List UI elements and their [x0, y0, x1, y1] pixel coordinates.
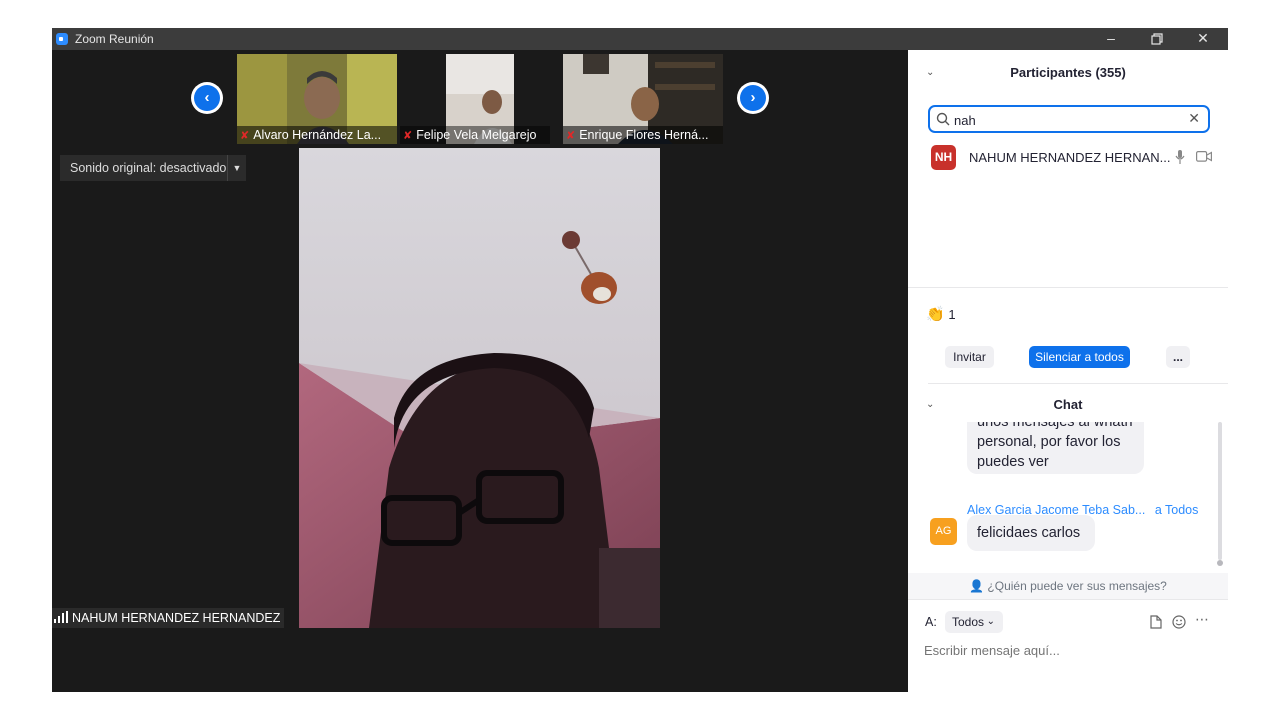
previous-page-button[interactable]: ‹: [191, 82, 223, 114]
chevron-right-icon: ›: [740, 85, 766, 111]
chevron-down-icon[interactable]: ⌄: [926, 61, 934, 85]
file-icon[interactable]: [1150, 615, 1162, 629]
participant-name: NAHUM HERNANDEZ HERNAN...: [969, 150, 1171, 165]
zoom-window: Zoom Reunión – ✕ ‹ ✘ Alvaro Hernández La.…: [52, 28, 1228, 692]
chat-messages: unos mensajes al whath personal, por fav…: [908, 422, 1228, 572]
participant-thumbnail[interactable]: ✘ Alvaro Hernández La...: [237, 54, 397, 144]
mic-muted-icon: ✘: [403, 130, 413, 142]
more-icon[interactable]: ⋯: [1195, 611, 1209, 628]
raised-hands-count: 👏 1: [926, 306, 956, 323]
dropdown-arrow-icon[interactable]: ▼: [227, 155, 246, 181]
mic-muted-icon: ✘: [240, 130, 250, 142]
title-bar: Zoom Reunión – ✕: [52, 28, 1228, 50]
chat-recipient[interactable]: a Todos: [1155, 503, 1199, 517]
active-speaker-name-tag: NAHUM HERNANDEZ HERNANDEZ: [52, 608, 285, 628]
recipient-dropdown[interactable]: Todos ⌄: [945, 611, 1003, 633]
speaker-video-image: [299, 148, 660, 628]
participants-header: ⌄ Participantes (355): [908, 61, 1228, 85]
close-window-icon[interactable]: ✕: [1180, 28, 1226, 50]
people-icon: 👤: [969, 579, 985, 593]
chat-message: unos mensajes al whath personal, por fav…: [967, 422, 1144, 474]
minimize-icon[interactable]: –: [1088, 28, 1134, 50]
active-speaker-video: [299, 148, 660, 628]
mute-all-button[interactable]: Silenciar a todos: [1029, 346, 1130, 368]
chat-scrollbar[interactable]: [1218, 422, 1222, 560]
to-label: A:: [925, 615, 937, 629]
avatar: NH: [931, 145, 956, 170]
participant-row[interactable]: NH NAHUM HERNANDEZ HERNAN...: [908, 142, 1228, 172]
side-panel: ⌄ Participantes (355) ✕ NH NAHUM HERNAND…: [908, 50, 1228, 692]
next-page-button[interactable]: ›: [737, 82, 769, 114]
invite-button[interactable]: Invitar: [945, 346, 994, 368]
chat-message-input[interactable]: [924, 638, 1214, 662]
participant-name-label: ✘ Enrique Flores Herná...: [563, 126, 723, 144]
window-title: Zoom Reunión: [75, 32, 154, 46]
search-input[interactable]: [954, 111, 1184, 129]
video-camera-icon[interactable]: [1196, 151, 1212, 162]
participant-search[interactable]: ✕: [928, 105, 1210, 133]
video-area: ‹ ✘ Alvaro Hernández La... ✘ Felipe Vela…: [52, 50, 908, 692]
participant-thumbnail[interactable]: ✘ Enrique Flores Herná...: [563, 54, 723, 144]
chat-header: ⌄ Chat: [908, 393, 1228, 417]
avatar: AG: [930, 518, 957, 545]
microphone-icon[interactable]: [1175, 150, 1185, 164]
chevron-down-icon[interactable]: ⌄: [926, 393, 934, 417]
original-sound-dropdown[interactable]: Sonido original: desactivado ▼: [60, 155, 246, 181]
emoji-icon[interactable]: [1172, 615, 1186, 629]
restore-icon[interactable]: [1134, 28, 1180, 50]
divider: [908, 599, 1228, 600]
zoom-logo-icon: [56, 33, 68, 45]
chat-message: felicidaes carlos: [967, 515, 1095, 551]
chevron-left-icon: ‹: [194, 85, 220, 111]
clear-search-icon[interactable]: ✕: [1188, 110, 1200, 127]
chevron-down-icon: ⌄: [986, 616, 995, 627]
mic-muted-icon: ✘: [566, 130, 576, 142]
participant-name-label: ✘ Alvaro Hernández La...: [237, 126, 397, 144]
more-options-button[interactable]: ...: [1166, 346, 1190, 368]
chat-visibility-note[interactable]: 👤 ¿Quién puede ver sus mensajes?: [908, 573, 1228, 599]
clapping-hands-icon: 👏: [926, 306, 945, 323]
participant-name-label: ✘ Felipe Vela Melgarejo: [400, 126, 550, 144]
scroll-thumb[interactable]: [1217, 560, 1223, 566]
divider: [928, 383, 1228, 384]
divider: [908, 287, 1228, 288]
signal-strength-icon: [54, 611, 68, 623]
search-icon: [936, 112, 950, 126]
